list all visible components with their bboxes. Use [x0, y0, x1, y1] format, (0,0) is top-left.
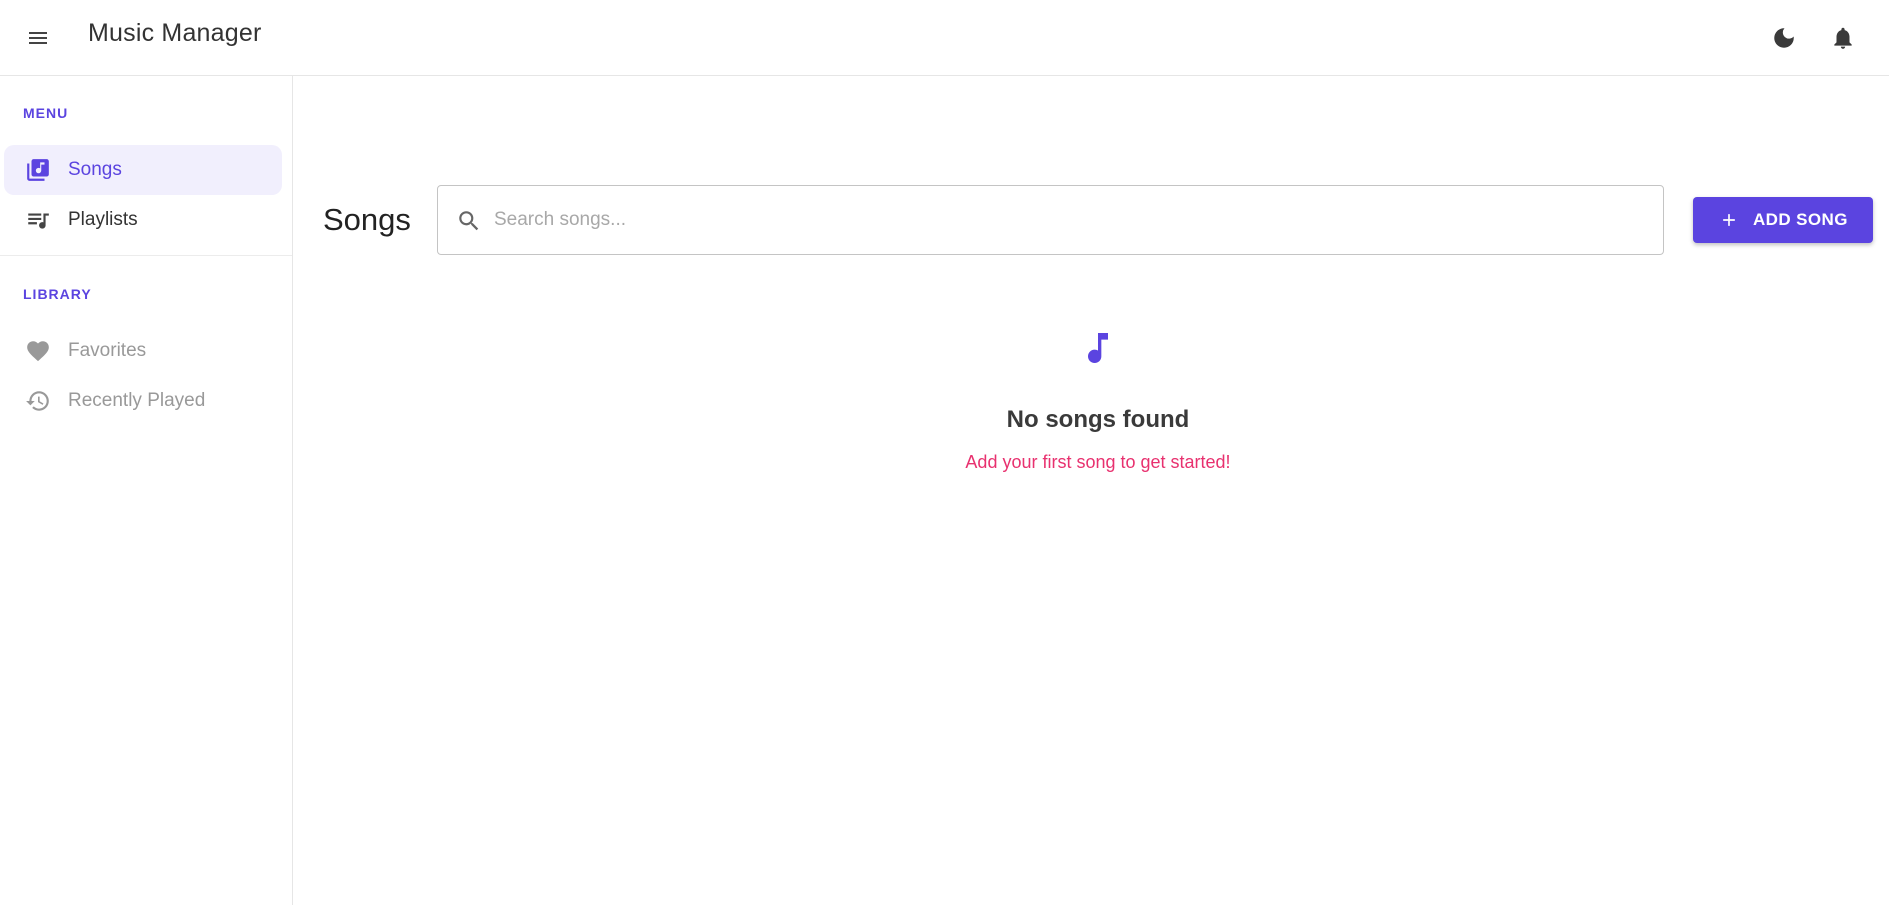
sidebar-divider: [0, 255, 292, 256]
sidebar: MENU Songs Playlists LIBRARY Favorites R…: [0, 76, 293, 905]
add-song-label: ADD SONG: [1753, 210, 1848, 229]
add-song-button[interactable]: ADD SONG: [1693, 197, 1873, 243]
notifications-button[interactable]: [1823, 18, 1863, 58]
moon-icon: [1774, 28, 1794, 48]
bell-icon: [1834, 27, 1852, 49]
search-icon: [459, 211, 479, 231]
menu-button[interactable]: [22, 22, 54, 54]
history-icon: [26, 391, 49, 411]
plus-icon: [1723, 214, 1735, 226]
heart-icon: [27, 341, 49, 362]
sidebar-item-label: Favorites: [68, 340, 147, 361]
search-box: [437, 185, 1664, 255]
sidebar-item-label: Songs: [68, 159, 122, 180]
app-bar: Music Manager: [0, 0, 1889, 76]
queue-music-icon: [28, 213, 49, 229]
sidebar-item-playlists[interactable]: Playlists: [4, 195, 282, 245]
search-input[interactable]: [494, 186, 1644, 254]
sidebar-item-favorites[interactable]: Favorites: [4, 326, 282, 376]
sidebar-item-songs[interactable]: Songs: [4, 145, 282, 195]
theme-toggle-button[interactable]: [1764, 18, 1804, 58]
app-title: Music Manager: [88, 19, 262, 47]
music-library-icon: [27, 159, 49, 181]
music-note-icon: [1088, 333, 1108, 363]
menu-icon: [29, 32, 47, 44]
sidebar-item-label: Recently Played: [68, 390, 206, 411]
sidebar-item-recently-played[interactable]: Recently Played: [4, 376, 282, 426]
sidebar-item-label: Playlists: [68, 209, 138, 230]
page-title: Songs: [323, 202, 411, 237]
section-label-menu: MENU: [23, 105, 69, 121]
section-label-library: LIBRARY: [23, 286, 92, 302]
